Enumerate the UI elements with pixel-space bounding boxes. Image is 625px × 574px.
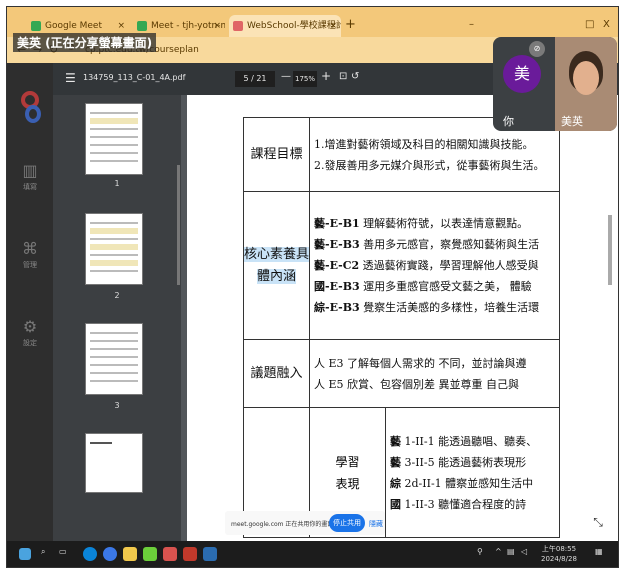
thumbnail-number: 1: [114, 179, 120, 188]
chrome-icon[interactable]: [103, 547, 117, 561]
zoom-input[interactable]: 175%: [293, 71, 317, 87]
left-rail: ▥ 填寫 ⌘ 管理 ⚙ 設定: [7, 63, 53, 543]
screen-share-notice: meet.google.com 正在共用你的畫面 停止共用 隱藏: [225, 511, 385, 535]
new-tab-button[interactable]: +: [345, 17, 356, 32]
zoom-out-button[interactable]: —: [281, 71, 291, 82]
remote-label: 美英: [561, 115, 583, 128]
table-row: 議題融入 人 E3 了解每個人需求的 不同，並討論與遵 人 E5 欣賞、包容個別…: [243, 339, 560, 408]
mic-off-icon: ⊘: [529, 41, 545, 57]
screen-share-banner: 美英 (正在分享螢幕畫面): [13, 33, 157, 52]
course-plan-table: 課程目標 1.增進對藝術領域及科目的相關知識與技能。 2.發展善用多元媒介與形式…: [243, 117, 560, 538]
maximize-button[interactable]: □: [585, 19, 594, 30]
thumbnail-number: 3: [114, 401, 120, 410]
edge-icon[interactable]: [83, 547, 97, 561]
stop-sharing-button[interactable]: 停止共用: [329, 514, 365, 532]
thumbnail-panel: 1 2 3: [53, 95, 181, 543]
collapse-icon[interactable]: ⤡: [583, 507, 613, 537]
thumbnail-page[interactable]: [85, 103, 143, 175]
tray-chevron-icon[interactable]: ^: [495, 547, 502, 556]
webschool-icon: [233, 21, 243, 31]
taskbar-clock[interactable]: 上午08:55 2024/8/28: [541, 544, 577, 564]
zoom-in-button[interactable]: +: [321, 69, 331, 83]
search-icon[interactable]: ⌕: [41, 547, 45, 557]
row-content: 藝 1-II-1 能透過聽唱、聽奏、 藝 3-II-5 能透過藝術表現形 綜 2…: [385, 407, 560, 538]
app-icon[interactable]: [163, 547, 177, 561]
notification-icon[interactable]: ▦: [595, 547, 603, 556]
rail-item-manage[interactable]: ⌘ 管理: [11, 239, 49, 270]
row-label: 課程目標: [243, 117, 310, 192]
table-row: 核心素養具體內涵 藝-E-B1 理解藝術符號，以表達情意觀點。 藝-E-B3 善…: [243, 191, 560, 340]
gear-icon: ⚙: [22, 317, 38, 336]
webschool-app: ▥ 填寫 ⌘ 管理 ⚙ 設定 ☰ 134759_113_C-01_4A.pdf …: [7, 63, 618, 543]
pdf-title: 134759_113_C-01_4A.pdf: [83, 73, 186, 82]
page-number-input[interactable]: 5 / 21: [235, 71, 275, 87]
school-logo: [19, 91, 43, 125]
fit-page-icon[interactable]: ⊡: [339, 71, 347, 82]
share-notice-text: meet.google.com 正在共用你的畫面: [231, 521, 334, 528]
line-icon[interactable]: [143, 547, 157, 561]
meet-icon: [137, 21, 147, 31]
pdf-reader-icon[interactable]: [183, 547, 197, 561]
document-scrollbar[interactable]: [608, 215, 612, 285]
close-icon[interactable]: ×: [329, 15, 337, 37]
meet-icon: [31, 21, 41, 31]
rotate-icon[interactable]: ↺: [351, 71, 359, 82]
hide-notice-button[interactable]: 隱藏: [369, 519, 383, 529]
pdf-page: 課程目標 1.增進對藝術領域及科目的相關知識與技能。 2.發展善用多元媒介與形式…: [187, 95, 618, 543]
people-icon[interactable]: ⚲: [477, 547, 483, 556]
windows-taskbar: ⌕ ▭ ⚲ ^ ▤ ◁ 上午08:55 2024/8/28 ▦: [7, 541, 618, 567]
close-window-button[interactable]: X: [603, 19, 610, 30]
rail-item-fill[interactable]: ▥ 填寫: [11, 161, 49, 192]
thumbnail-number: 2: [114, 291, 120, 300]
grid-icon: ⌘: [22, 239, 38, 258]
windows-start-icon[interactable]: [19, 548, 31, 560]
menu-icon[interactable]: ☰: [65, 71, 76, 85]
remote-video: 美英: [555, 37, 617, 131]
row-content: 藝-E-B1 理解藝術符號，以表達情意觀點。 藝-E-B3 善用多元感官，察覺感…: [309, 191, 560, 340]
document-viewer: 課程目標 1.增進對藝術領域及科目的相關知識與技能。 2.發展善用多元媒介與形式…: [181, 95, 618, 543]
volume-icon[interactable]: ◁: [521, 547, 527, 556]
close-icon[interactable]: ×: [213, 15, 221, 37]
task-view-icon[interactable]: ▭: [59, 547, 67, 556]
network-icon[interactable]: ▤: [507, 547, 515, 556]
row-label: 議題融入: [243, 339, 310, 408]
row-label: 核心素養具體內涵: [243, 191, 310, 340]
tab-webschool[interactable]: WebSchool-學校課程計畫填報 ×: [229, 15, 341, 37]
thumbnail-page[interactable]: [85, 213, 143, 285]
avatar: 美: [503, 55, 541, 93]
thumbnail-page[interactable]: [85, 323, 143, 395]
self-label: 你: [503, 115, 514, 128]
folder-icon[interactable]: [123, 547, 137, 561]
thumbnail-page[interactable]: [85, 433, 143, 493]
thumbnail-scrollbar[interactable]: [177, 165, 180, 285]
meet-pip-window[interactable]: 美 ⊘ 你 美英: [493, 37, 617, 131]
tab-label: WebSchool-學校課程計畫填報: [247, 21, 341, 31]
chart-icon: ▥: [22, 161, 38, 180]
row-content: 人 E3 了解每個人需求的 不同，並討論與遵 人 E5 欣賞、包容個別差 異並尊…: [309, 339, 560, 408]
screen-capture: Google Meet × Meet - tjh-yotn-mb × WebSc…: [6, 6, 619, 568]
minimize-button[interactable]: –: [469, 19, 474, 30]
word-icon[interactable]: [203, 547, 217, 561]
rail-item-settings[interactable]: ⚙ 設定: [11, 317, 49, 348]
tab-label: Google Meet: [45, 21, 102, 31]
